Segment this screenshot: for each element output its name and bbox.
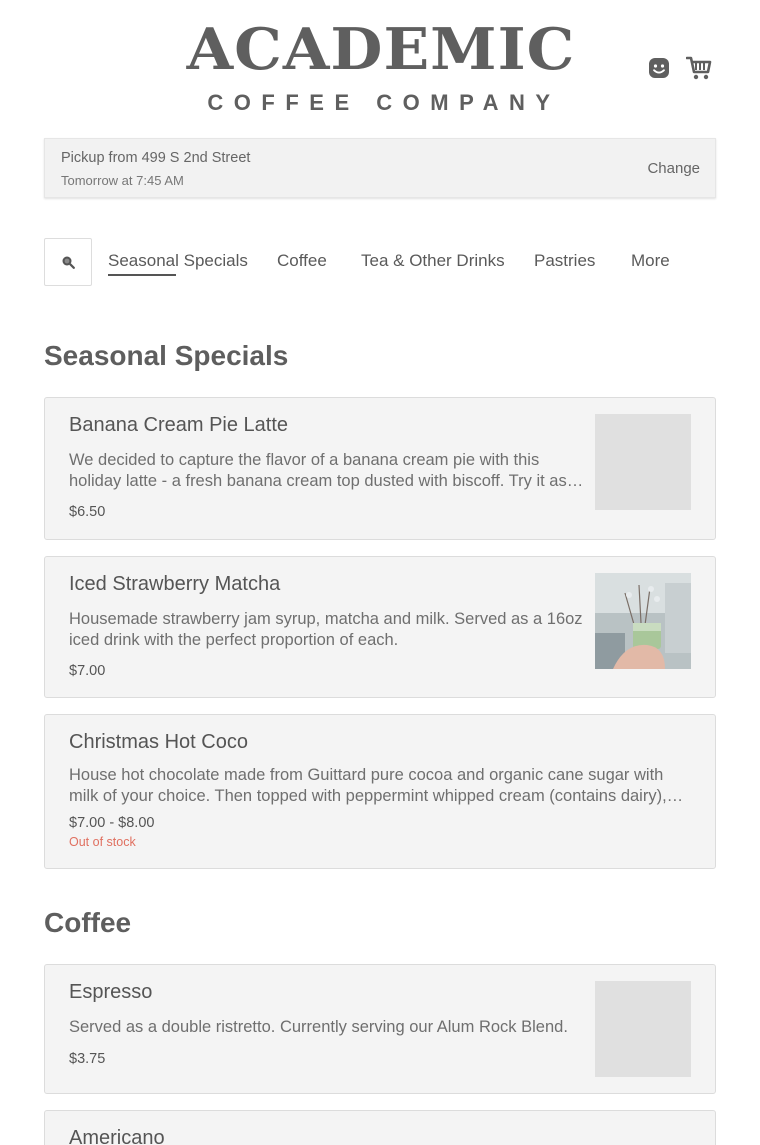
menu-item-card[interactable]: Banana Cream Pie Latte We decided to cap… [44, 397, 716, 540]
menu-item-name: Iced Strawberry Matcha [69, 573, 281, 595]
nav-tab-pastries[interactable]: Pastries [534, 251, 595, 271]
menu-item-image-placeholder [595, 414, 691, 510]
menu-item-description: We decided to capture the flavor of a ba… [69, 451, 584, 490]
brand-logo[interactable]: ACADEMIC COFFEE COMPANY [170, 22, 592, 116]
menu-item-card[interactable]: Americano [44, 1110, 716, 1145]
pickup-time: Tomorrow at 7:45 AM [61, 173, 184, 188]
menu-item-card[interactable]: Espresso Served as a double ristretto. C… [44, 964, 716, 1094]
menu-item-price: $7.00 - $8.00 [69, 815, 155, 831]
menu-item-name: Americano [69, 1127, 165, 1145]
header-actions [646, 55, 712, 81]
menu-item-name: Banana Cream Pie Latte [69, 414, 289, 436]
category-nav: Seasonal Specials Coffee Tea & Other Dri… [44, 238, 716, 286]
nav-tab-more[interactable]: More [631, 251, 670, 271]
menu-item-price: $6.50 [69, 504, 106, 520]
menu-item-image-placeholder [595, 981, 691, 1077]
nav-tab-coffee[interactable]: Coffee [277, 251, 327, 271]
menu-item-description: House hot chocolate made from Guittard p… [69, 766, 684, 805]
menu-item-card[interactable]: Christmas Hot Coco House hot chocolate m… [44, 714, 716, 869]
search-button[interactable] [44, 238, 92, 286]
menu-item-price: $7.00 [69, 663, 106, 679]
nav-tab-seasonal-specials[interactable]: Seasonal Specials [108, 251, 248, 276]
search-icon [62, 256, 75, 269]
menu-item-name: Espresso [69, 981, 153, 1003]
logo-wordmark: ACADEMIC [186, 16, 576, 84]
menu-item-name: Christmas Hot Coco [69, 731, 248, 753]
logo-tagline: COFFEE COMPANY [207, 90, 561, 115]
pickup-info-bar: Pickup from 499 S 2nd Street Tomorrow at… [44, 138, 716, 198]
menu-item-photo [595, 573, 691, 669]
account-icon[interactable] [646, 55, 672, 81]
cart-icon[interactable] [686, 55, 712, 81]
header: ACADEMIC COFFEE COMPANY [0, 0, 760, 130]
out-of-stock-label: Out of stock [69, 835, 136, 849]
section-title-seasonal-specials: Seasonal Specials [44, 340, 289, 371]
change-pickup-button[interactable]: Change [647, 160, 700, 177]
pickup-location: Pickup from 499 S 2nd Street [61, 150, 251, 166]
menu-item-description: Served as a double ristretto. Currently … [69, 1018, 568, 1036]
menu-item-card[interactable]: Iced Strawberry Matcha Housemade strawbe… [44, 556, 716, 698]
menu-item-description: Housemade strawberry jam syrup, matcha a… [69, 610, 583, 649]
section-title-coffee: Coffee [44, 907, 132, 938]
nav-tab-tea-other-drinks[interactable]: Tea & Other Drinks [361, 251, 505, 271]
menu-item-price: $3.75 [69, 1051, 106, 1067]
